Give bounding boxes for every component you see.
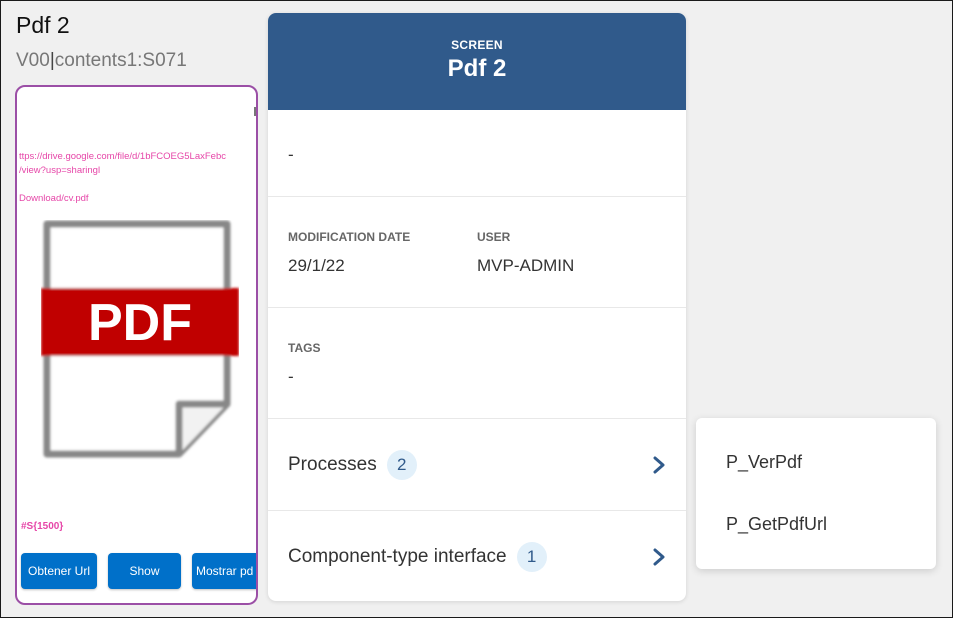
screen-preview[interactable]: ttps://drive.google.com/file/d/1bFCOEG5L… [15, 85, 258, 605]
processes-count-badge: 2 [386, 449, 417, 480]
chevron-right-icon[interactable] [652, 456, 666, 474]
component-interface-row[interactable]: Component-type interface 1 [268, 511, 686, 601]
description-value: - [288, 145, 294, 164]
pdf-file-icon: PDF [41, 220, 239, 458]
process-item[interactable]: P_VerPdf [726, 452, 802, 473]
screen-path: V00|contents1:S071 [16, 50, 187, 72]
modification-date-value: 29/1/22 [288, 256, 345, 275]
card-header: SCREEN Pdf 2 [268, 13, 686, 110]
screen-details-card: SCREEN Pdf 2 - MODIFICATION DATE 29/1/22… [268, 13, 686, 601]
meta-row: MODIFICATION DATE 29/1/22 USER MVP-ADMIN [268, 197, 686, 308]
tags-row: TAGS - [268, 308, 686, 419]
process-item[interactable]: P_GetPdfUrl [726, 514, 827, 535]
modification-date-label: MODIFICATION DATE [288, 230, 411, 244]
path-label: contents1:S071 [54, 50, 187, 71]
preview-url-text: ttps://drive.google.com/file/d/1bFCOEG5L… [19, 150, 226, 178]
chevron-right-icon[interactable] [652, 548, 666, 566]
tags-label: TAGS [288, 341, 321, 355]
description-row: - [268, 110, 686, 197]
user-value: MVP-ADMIN [477, 256, 575, 275]
page-title: Pdf 2 [16, 12, 70, 38]
preview-variable: #S{1500} [21, 521, 64, 532]
preview-url-line-1: ttps://drive.google.com/file/d/1bFCOEG5L… [19, 151, 226, 162]
mostrar-pdf-button[interactable]: Mostrar pd [192, 553, 256, 589]
component-interface-label: Component-type interface [288, 546, 507, 567]
processes-label: Processes [288, 453, 377, 475]
card-screen-name: Pdf 2 [447, 55, 507, 82]
preview-scroll-marker [254, 107, 256, 116]
obtener-url-button[interactable]: Obtener Url [21, 553, 97, 589]
component-count-badge: 1 [516, 542, 547, 572]
show-button[interactable]: Show [108, 553, 181, 589]
user-label: USER [477, 230, 511, 244]
preview-url-line-2: /view?usp=sharingl [19, 165, 101, 176]
processes-row[interactable]: Processes 2 [268, 419, 686, 511]
version-label: V00 [16, 50, 50, 71]
pdf-label: PDF [88, 294, 192, 352]
preview-download-text: Download/cv.pdf [19, 193, 89, 204]
card-type-label: SCREEN [451, 38, 503, 52]
processes-popup: P_VerPdf P_GetPdfUrl [696, 418, 936, 569]
tags-value: - [288, 367, 294, 386]
